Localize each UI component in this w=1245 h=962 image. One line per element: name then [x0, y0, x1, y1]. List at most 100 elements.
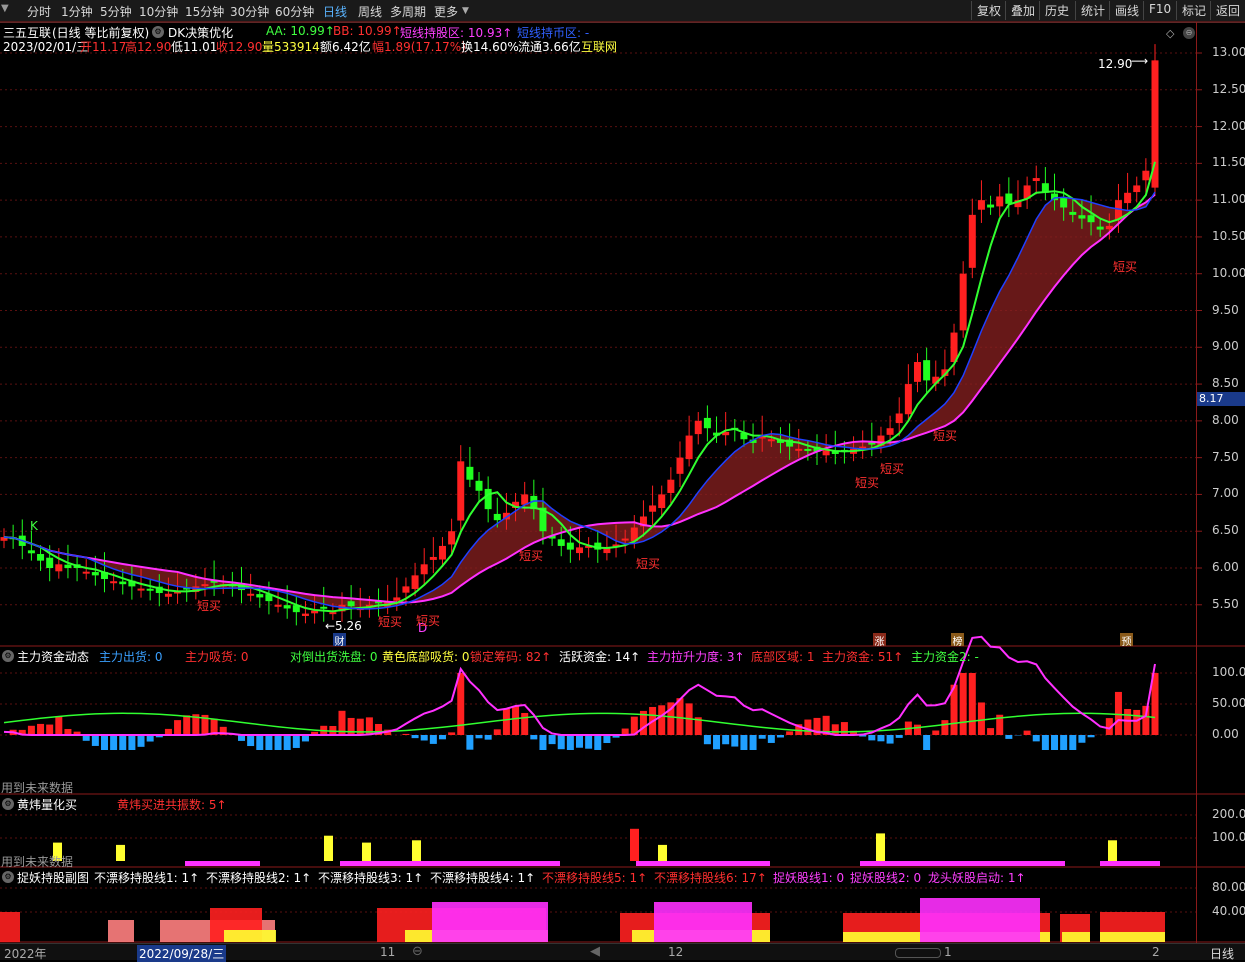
flow-bar: [804, 720, 811, 735]
flow-bar: [521, 713, 528, 735]
quant-bar: [324, 836, 333, 861]
candle-body: [329, 612, 336, 614]
panel4-title[interactable]: 捉妖持股副图: [17, 869, 89, 886]
flow-bar: [256, 735, 263, 750]
panel2-indicator: 锁定筹码: 82↑: [470, 648, 551, 665]
candle-body: [1142, 171, 1149, 181]
candle-body: [896, 414, 903, 424]
candle-body: [823, 450, 830, 455]
flow-bar: [676, 698, 683, 735]
price-tick: 6.50: [1212, 523, 1239, 537]
price-tick: 10.00: [1212, 266, 1245, 280]
flow-bar: [1088, 735, 1095, 737]
hold-band: [340, 861, 560, 866]
candle-body: [284, 605, 291, 608]
hold-block: [108, 920, 134, 942]
flow-bar: [868, 735, 875, 740]
panel3-tick: 100.0: [1212, 830, 1245, 844]
candle-body: [466, 467, 473, 480]
panel2-indicator: 黄色底部吸货: 0: [382, 648, 470, 665]
panel2-title[interactable]: 主力资金动态: [17, 648, 89, 665]
flow-bar: [932, 731, 939, 735]
candle-body: [393, 597, 400, 600]
rank-event-icon[interactable]: 榜: [951, 633, 964, 646]
panel-settings-icon[interactable]: ⚙: [2, 798, 14, 810]
panel-settings-icon[interactable]: ⚙: [2, 650, 14, 662]
candle-body: [978, 200, 985, 210]
month-label: 12: [668, 945, 683, 959]
price-tick: 8.50: [1212, 376, 1239, 390]
price-tick: 12.50: [1212, 82, 1245, 96]
flow-bar: [1115, 692, 1122, 735]
price-tick: 6.00: [1212, 560, 1239, 574]
candle-body: [147, 589, 154, 591]
panel4-indicator: 不漂移持股线5: 1↑: [542, 869, 647, 886]
period-label[interactable]: 日线: [1210, 945, 1234, 962]
candle-body: [247, 594, 254, 596]
flow-bar: [914, 725, 921, 735]
month-label: 11: [380, 945, 395, 959]
price-tick: 8.00: [1212, 413, 1239, 427]
flow-bar: [896, 735, 903, 738]
panel4-indicator: 捉妖股线1: 0: [773, 869, 844, 886]
flow-bar: [731, 735, 738, 747]
panel-settings-icon[interactable]: ⚙: [2, 871, 14, 883]
year-label: 2022年: [4, 945, 47, 962]
scroll-left-icon[interactable]: ◀: [590, 944, 600, 959]
hold-band: [185, 861, 260, 866]
time-axis-bar: 2022年 2022/09/28/三 11 12 1 2 日线 ⊖ ◀: [0, 943, 1245, 960]
k-label: K: [30, 519, 38, 533]
finance-event-icon[interactable]: 财: [333, 633, 346, 646]
panel2-tick: 50.00: [1212, 696, 1245, 710]
buy-signal-label: 短买: [880, 460, 904, 477]
panel2-tick: 100.0: [1212, 665, 1245, 679]
flow-bar: [960, 673, 967, 735]
price-tick: 11.00: [1212, 192, 1245, 206]
candle-body: [402, 586, 409, 592]
flow-bar: [439, 735, 446, 739]
flow-bar: [539, 735, 546, 750]
flow-bar: [1042, 735, 1049, 750]
flow-bar: [101, 735, 108, 750]
flow-bar: [841, 722, 848, 735]
price-tick: 5.50: [1212, 597, 1239, 611]
flow-bar: [603, 735, 610, 743]
month-label: 1: [944, 945, 952, 959]
flow-bar: [293, 735, 300, 748]
candle-body: [64, 565, 71, 568]
buy-signal-label: 短买: [1113, 258, 1137, 275]
buy-signal-label: 短买: [197, 597, 221, 614]
candle-body: [430, 557, 437, 560]
candle-body: [46, 558, 53, 568]
limit-up-event-icon[interactable]: 涨: [873, 633, 886, 646]
candle-body: [887, 428, 894, 435]
kline-chart[interactable]: [0, 0, 1245, 959]
panel3-title[interactable]: 黄炜量化买: [17, 796, 77, 813]
forecast-event-icon[interactable]: 预: [1120, 633, 1133, 646]
flow-bar: [658, 705, 665, 735]
axis-separator: [1196, 22, 1197, 943]
flow-bar: [987, 728, 994, 735]
candle-body: [201, 584, 208, 586]
candle-body: [485, 489, 492, 509]
hold-block: [654, 902, 752, 942]
flow-bar: [1051, 735, 1058, 750]
panel4-tick: 40.00: [1212, 904, 1245, 918]
candle-body: [768, 439, 775, 441]
price-tick: 12.00: [1212, 119, 1245, 133]
buy-signal-label: 短买: [416, 612, 440, 629]
candle-body: [275, 605, 282, 607]
panel2-indicator: 主力出货: 0: [99, 648, 163, 665]
flow-bar: [777, 735, 784, 737]
candle-body: [28, 550, 35, 553]
flow-bar: [558, 735, 565, 749]
buy-signal-label: 短买: [933, 427, 957, 444]
scroll-thumb[interactable]: [895, 948, 941, 958]
flow-bar: [1060, 735, 1067, 750]
hold-block: [432, 902, 548, 942]
price-tick: 7.00: [1212, 486, 1239, 500]
flow-bar: [448, 732, 455, 735]
candle-body: [165, 594, 172, 597]
zoom-out-icon[interactable]: ⊖: [412, 944, 423, 959]
price-tick: 10.50: [1212, 229, 1245, 243]
